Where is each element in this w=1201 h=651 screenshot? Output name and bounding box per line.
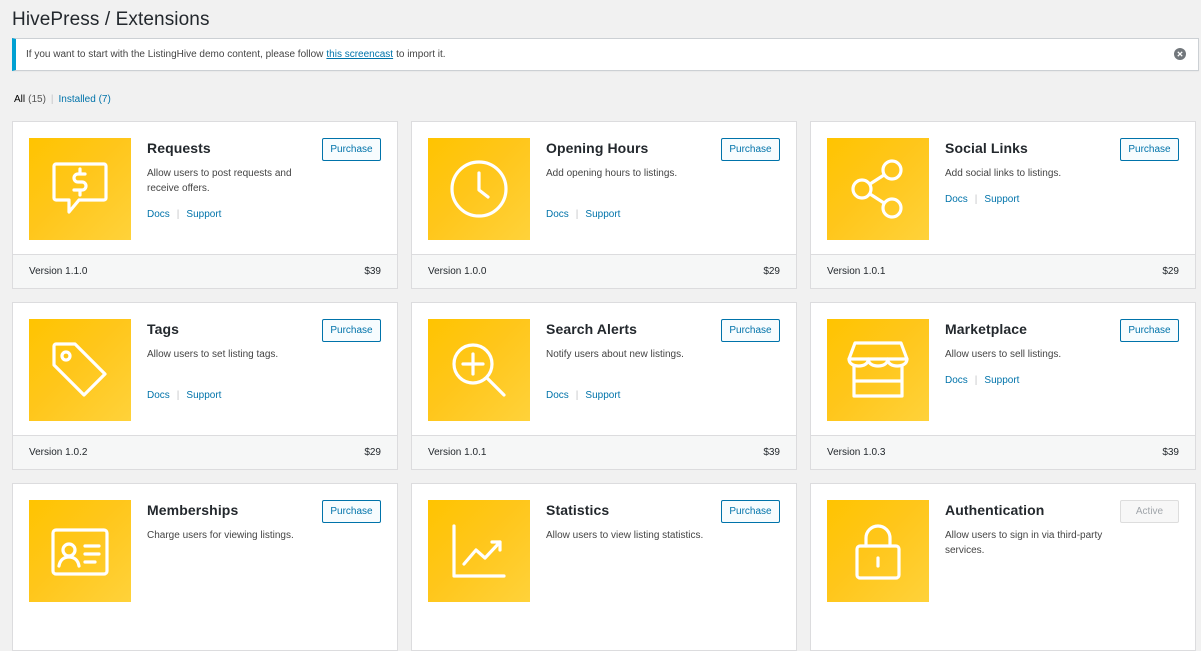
extension-footer: Version 1.0.1 $29 xyxy=(811,254,1195,288)
version-label: Version 1.1.0 xyxy=(29,266,88,277)
docs-link[interactable]: Docs xyxy=(546,209,569,220)
extension-title: Requests xyxy=(147,140,211,156)
support-link[interactable]: Support xyxy=(984,194,1019,205)
extension-links: Docs | Support xyxy=(546,390,621,401)
purchase-button[interactable]: Purchase xyxy=(721,500,780,523)
version-label: Version 1.0.0 xyxy=(428,266,487,277)
extension-description: Allow users to set listing tags. xyxy=(147,349,279,360)
docs-link[interactable]: Docs xyxy=(546,390,569,401)
active-button: Active xyxy=(1120,500,1179,523)
share-icon xyxy=(827,138,929,240)
clock-icon xyxy=(428,138,530,240)
support-link[interactable]: Support xyxy=(984,375,1019,386)
page-title: HivePress / Extensions xyxy=(12,9,210,30)
purchase-button[interactable]: Purchase xyxy=(322,500,381,523)
support-link[interactable]: Support xyxy=(186,209,221,220)
price-label: $29 xyxy=(1162,266,1179,277)
extension-title: Authentication xyxy=(945,502,1045,518)
version-label: Version 1.0.3 xyxy=(827,447,886,458)
filter-installed[interactable]: Installed (7) xyxy=(59,94,111,105)
filter-links: All (15) | Installed (7) xyxy=(14,94,111,105)
extension-description: Notify users about new listings. xyxy=(546,349,684,360)
dismiss-icon[interactable] xyxy=(1174,48,1186,60)
info-notice: If you want to start with the ListingHiv… xyxy=(12,38,1199,71)
extension-title: Statistics xyxy=(546,502,610,518)
screencast-link[interactable]: this screencast xyxy=(326,49,393,60)
extension-description: Add opening hours to listings. xyxy=(546,168,678,179)
extension-card-marketplace: Marketplace Allow users to sell listings… xyxy=(810,302,1196,470)
extension-card-requests: Requests Allow users to post requests an… xyxy=(12,121,398,289)
extension-footer: Version 1.0.2 $29 xyxy=(13,435,397,469)
extension-title: Social Links xyxy=(945,140,1028,156)
extension-card-opening-hours: Opening Hours Add opening hours to listi… xyxy=(411,121,797,289)
docs-link[interactable]: Docs xyxy=(945,375,968,386)
version-label: Version 1.0.1 xyxy=(827,266,886,277)
version-label: Version 1.0.1 xyxy=(428,447,487,458)
purchase-button[interactable]: Purchase xyxy=(1120,319,1179,342)
filter-all[interactable]: All xyxy=(14,94,25,105)
price-label: $29 xyxy=(763,266,780,277)
purchase-button[interactable]: Purchase xyxy=(721,138,780,161)
extension-links: Docs | Support xyxy=(147,209,222,220)
extension-description: Allow users to sell listings. xyxy=(945,349,1062,360)
extension-footer: Version 1.0.1 $39 xyxy=(412,435,796,469)
chart-icon xyxy=(428,500,530,602)
purchase-button[interactable]: Purchase xyxy=(322,319,381,342)
dollar-chat-icon xyxy=(29,138,131,240)
lock-icon xyxy=(827,500,929,602)
support-link[interactable]: Support xyxy=(585,390,620,401)
extension-description: Allow users to view listing statistics. xyxy=(546,530,704,541)
store-icon xyxy=(827,319,929,421)
extension-footer: Version 1.0.0 $29 xyxy=(412,254,796,288)
version-label: Version 1.0.2 xyxy=(29,447,88,458)
filter-all-count: (15) xyxy=(28,94,46,105)
docs-link[interactable]: Docs xyxy=(147,209,170,220)
extension-description: Charge users for viewing listings. xyxy=(147,530,294,541)
extension-title: Tags xyxy=(147,321,180,337)
purchase-button[interactable]: Purchase xyxy=(721,319,780,342)
support-link[interactable]: Support xyxy=(585,209,620,220)
extension-card-social-links: Social Links Add social links to listing… xyxy=(810,121,1196,289)
search-plus-icon xyxy=(428,319,530,421)
filter-separator: | xyxy=(50,94,54,105)
price-label: $29 xyxy=(364,447,381,458)
tag-icon xyxy=(29,319,131,421)
extension-footer: Version 1.1.0 $39 xyxy=(13,254,397,288)
notice-text: If you want to start with the ListingHiv… xyxy=(26,49,324,60)
extension-title: Opening Hours xyxy=(546,140,649,156)
extension-title: Search Alerts xyxy=(546,321,638,337)
extension-card-search-alerts: Search Alerts Notify users about new lis… xyxy=(411,302,797,470)
purchase-button[interactable]: Purchase xyxy=(322,138,381,161)
extension-footer: Version 1.0.3 $39 xyxy=(811,435,1195,469)
extension-links: Docs | Support xyxy=(945,194,1020,205)
price-label: $39 xyxy=(763,447,780,458)
price-label: $39 xyxy=(364,266,381,277)
id-card-icon xyxy=(29,500,131,602)
extension-card-tags: Tags Allow users to set listing tags. Do… xyxy=(12,302,398,470)
extension-links: Docs | Support xyxy=(147,390,222,401)
extension-card-statistics: Statistics Allow users to view listing s… xyxy=(411,483,797,651)
price-label: $39 xyxy=(1162,447,1179,458)
extension-card-authentication: Authentication Allow users to sign in vi… xyxy=(810,483,1196,651)
extension-card-memberships: Memberships Charge users for viewing lis… xyxy=(12,483,398,651)
docs-link[interactable]: Docs xyxy=(147,390,170,401)
extension-description: Add social links to listings. xyxy=(945,168,1062,179)
extension-description: Allow users to post requests and receive… xyxy=(147,168,292,194)
docs-link[interactable]: Docs xyxy=(945,194,968,205)
extension-links: Docs | Support xyxy=(546,209,621,220)
support-link[interactable]: Support xyxy=(186,390,221,401)
purchase-button[interactable]: Purchase xyxy=(1120,138,1179,161)
notice-text-after: to import it. xyxy=(396,49,446,60)
extension-title: Marketplace xyxy=(945,321,1028,337)
extension-links: Docs | Support xyxy=(945,375,1020,386)
extension-title: Memberships xyxy=(147,502,239,518)
extension-description: Allow users to sign in via third-party s… xyxy=(945,530,1103,556)
